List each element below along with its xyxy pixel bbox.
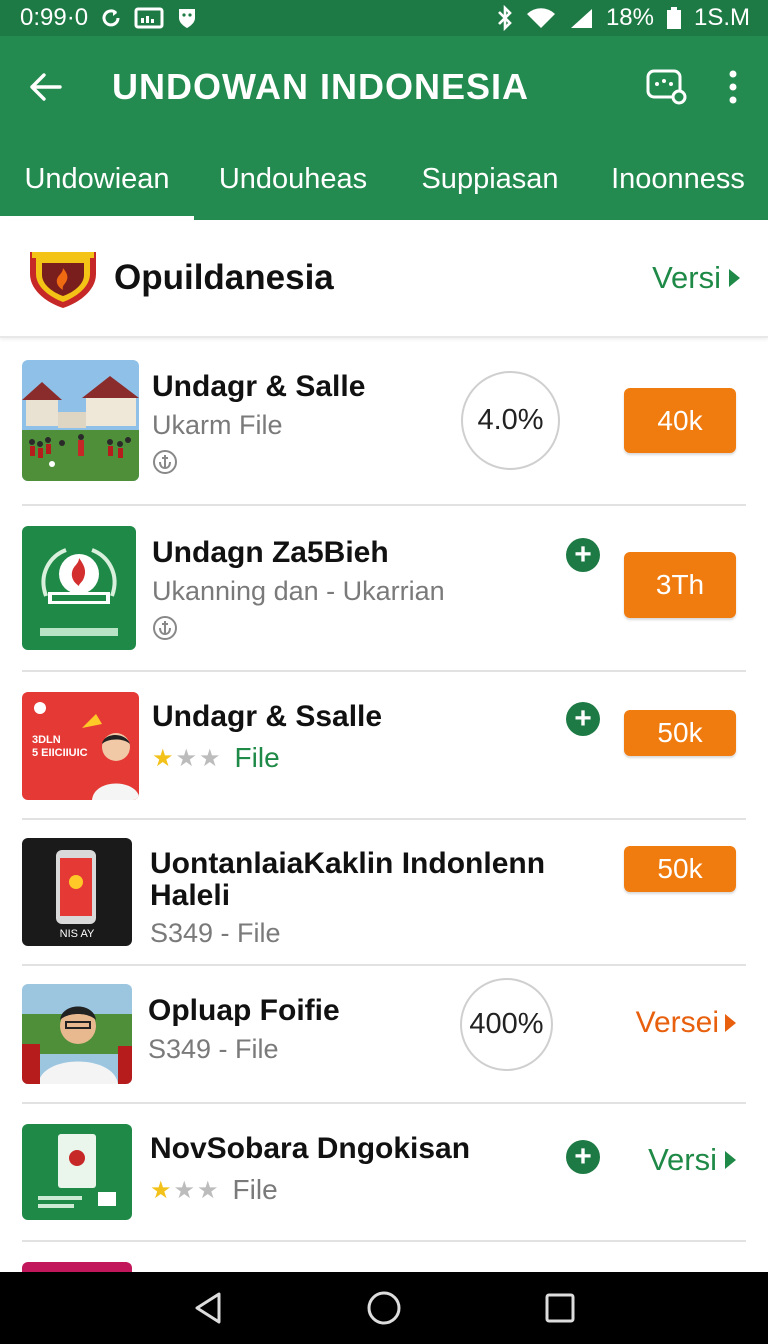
system-nav-bar — [0, 1272, 768, 1344]
chevron-right-icon — [725, 1014, 736, 1032]
battery-percent: 18% — [605, 4, 654, 31]
star-empty-icon: ★ — [199, 744, 221, 772]
chevron-right-icon — [729, 269, 740, 287]
nav-home-button[interactable] — [354, 1278, 414, 1338]
status-bar: 0:99·0 18% 1S.M — [0, 0, 768, 36]
star-filled-icon: ★ — [152, 744, 174, 772]
progress-circle: 400% — [460, 978, 553, 1071]
file-label: File — [234, 742, 280, 773]
size-button[interactable]: 50k — [624, 846, 736, 892]
more-vertical-icon — [729, 70, 737, 104]
list-item[interactable]: NovSobara Dngokisan ★ ★ ★ File + Versi — [0, 1104, 768, 1242]
status-right-text: 1S.M — [693, 4, 750, 31]
list-item[interactable]: Opluap Foifie S349 - File 400% Versei — [0, 966, 768, 1104]
item-name: Undagr & Ssalle — [152, 700, 383, 733]
star-empty-icon: ★ — [197, 1176, 219, 1204]
size-button[interactable]: 40k — [624, 388, 736, 453]
header-versi-link[interactable]: Versi — [652, 260, 740, 296]
size-button[interactable]: 50k — [624, 710, 736, 756]
back-button[interactable] — [0, 36, 90, 138]
square-recents-icon — [545, 1293, 575, 1323]
chat-button[interactable] — [636, 36, 698, 138]
chevron-right-icon — [725, 1151, 736, 1169]
star-rating: ★ ★ ★ File — [152, 742, 382, 774]
list-item[interactable]: Undagr & Salle Ukarm File 4.0% 40k — [0, 340, 768, 506]
star-filled-icon: ★ — [150, 1176, 172, 1204]
plus-icon: + — [574, 702, 592, 735]
device-caption: NIS AY — [59, 928, 95, 940]
promo-thumbnail: 3DLN 5 EIICIIUIC — [22, 692, 139, 800]
app-list: Undagr & Salle Ukarm File 4.0% 40k Undag… — [0, 340, 768, 1282]
section-title: Opuildanesia — [114, 258, 334, 297]
nav-back-button[interactable] — [178, 1278, 238, 1338]
file-label: File — [232, 1174, 278, 1205]
school-photo-thumbnail — [22, 360, 139, 481]
chat-bubble-icon — [646, 69, 687, 105]
app-bar: UNDOWAN INDONESIA — [0, 36, 768, 138]
section-header: Opuildanesia Versi — [0, 220, 768, 338]
triangle-back-icon — [195, 1292, 221, 1324]
item-name-line2: Haleli — [150, 879, 231, 912]
tab-bar: Undowiean Undouheas Suppiasan Inoonness — [0, 138, 768, 220]
emblem-thumbnail — [22, 526, 136, 650]
item-subtitle: Ukanning dan - Ukarrian — [152, 576, 445, 606]
versi-link[interactable]: Versi — [648, 1142, 736, 1178]
star-empty-icon: ★ — [175, 744, 198, 772]
arrow-left-icon — [30, 73, 62, 101]
app-card-thumbnail — [22, 1124, 132, 1220]
add-button[interactable]: + — [566, 538, 600, 572]
person-photo-thumbnail — [22, 984, 132, 1084]
list-item[interactable]: Undagn Za5Bieh Ukanning dan - Ukarrian +… — [0, 506, 768, 672]
plus-icon: + — [574, 538, 592, 571]
item-subtitle: S349 - File — [150, 918, 281, 948]
wifi-icon — [526, 7, 556, 29]
crest-logo — [30, 252, 96, 308]
tab-undowiean[interactable]: Undowiean — [0, 138, 194, 220]
circle-home-icon — [367, 1291, 401, 1325]
app-title: UNDOWAN INDONESIA — [112, 66, 530, 107]
list-item[interactable]: NIS AY UontanlaiaKaklin Indonlenn Haleli… — [0, 820, 768, 966]
status-time: 0:99·0 — [20, 4, 89, 31]
item-name: Opluap Foifie — [148, 994, 340, 1027]
more-options-button[interactable] — [698, 36, 768, 138]
list-item[interactable]: 3DLN 5 EIICIIUIC Undagr & Ssalle ★ ★ ★ F… — [0, 672, 768, 820]
battery-icon — [666, 6, 682, 30]
bluetooth-icon — [496, 5, 514, 31]
promo-logo-text: 3DLN 5 EIICIIUIC — [32, 734, 88, 759]
shield-icon — [176, 6, 198, 30]
cast-icon — [134, 7, 164, 29]
tab-undouheas[interactable]: Undouheas — [194, 138, 392, 220]
versi-link[interactable]: Versei — [636, 1006, 736, 1040]
star-rating: ★ ★ ★ File — [150, 1174, 470, 1206]
plus-icon: + — [574, 1140, 592, 1173]
signal-icon — [568, 7, 594, 29]
anchor-icon — [153, 616, 177, 640]
add-button[interactable]: + — [566, 1140, 600, 1174]
tab-suppiasan[interactable]: Suppiasan — [392, 138, 588, 220]
item-name: NovSobara Dngokisan — [150, 1132, 471, 1165]
phone-thumbnail: NIS AY — [22, 838, 132, 946]
sync-icon — [100, 7, 122, 29]
tab-inoonness[interactable]: Inoonness — [588, 138, 768, 220]
add-button[interactable]: + — [566, 702, 600, 736]
item-subtitle: Ukarm File — [152, 410, 283, 440]
progress-circle: 4.0% — [461, 371, 560, 470]
item-name: Undagn Za5Bieh — [152, 536, 389, 569]
anchor-icon — [153, 450, 177, 474]
size-button[interactable]: 3Th — [624, 552, 736, 618]
item-name: UontanlaiaKaklin Indonlenn — [150, 847, 546, 880]
item-name: Undagr & Salle — [152, 370, 366, 403]
item-subtitle: S349 - File — [148, 1034, 279, 1064]
star-empty-icon: ★ — [173, 1176, 196, 1204]
nav-recents-button[interactable] — [530, 1278, 590, 1338]
